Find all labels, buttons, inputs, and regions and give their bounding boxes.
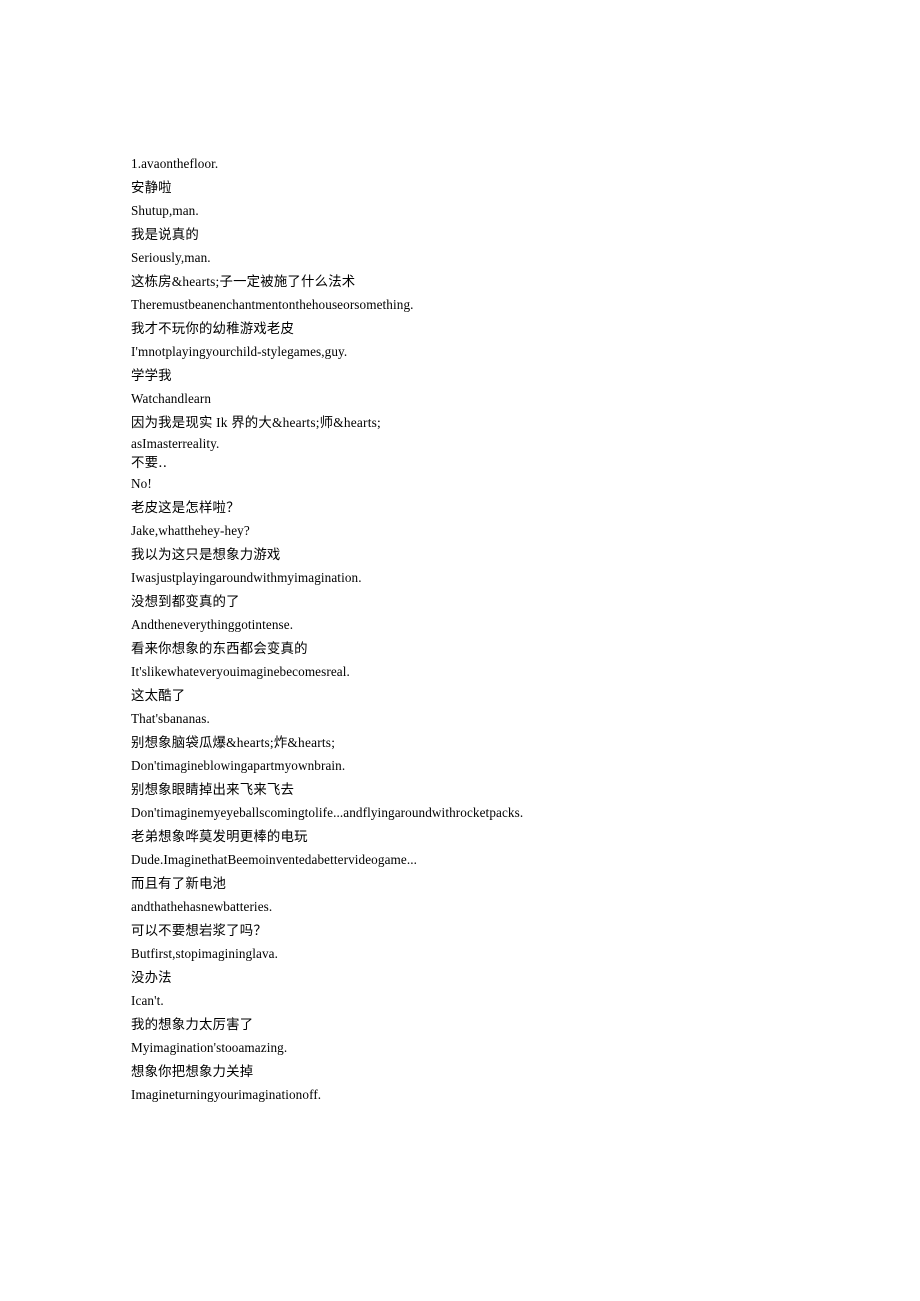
transcript-line: 看来你想象的东西都会变真的	[131, 640, 308, 656]
transcript-line: 学学我	[131, 367, 172, 383]
transcript-line: 而且有了新电池	[131, 875, 227, 891]
transcript-line: 这太酷了	[131, 687, 186, 703]
transcript-line: Andtheneverythinggotintense.	[131, 617, 294, 632]
transcript-line: Jake,whatthehey-hey?	[131, 523, 250, 538]
transcript-line: 我的想象力太厉害了	[131, 1016, 254, 1032]
transcript-line: Seriously,man.	[131, 250, 211, 265]
transcript-line: Imagineturningyourimaginationoff.	[131, 1087, 322, 1102]
transcript-line: Butfirst,stopimagininglava.	[131, 946, 279, 961]
transcript-line: asImasterreality.	[131, 436, 220, 451]
transcript-line: Don'timagineblowingapartmyownbrain.	[131, 758, 346, 773]
transcript-line: Dude.ImaginethatBeemoinventedabettervide…	[131, 852, 418, 867]
transcript-line: Myimagination'stooamazing.	[131, 1040, 288, 1055]
transcript-line: 可以不要想岩浆了吗？	[131, 922, 267, 938]
transcript-line: No!	[131, 476, 152, 491]
transcript-line: 想象你把想象力关掉	[131, 1063, 254, 1079]
transcript-line: 我是说真的	[131, 226, 199, 242]
transcript-line: 老弟想象哗莫发明更棒的电玩	[131, 828, 308, 844]
transcript-line: I'mnotplayingyourchild-stylegames,guy.	[131, 344, 348, 359]
transcript-line: 没想到都变真的了	[131, 593, 240, 609]
transcript-line: 这栋房&hearts;子一定被施了什么法术	[131, 273, 356, 289]
transcript-line: Theremustbeanenchantmentonthehouseorsome…	[131, 297, 414, 312]
transcript-line: Watchandlearn	[131, 391, 212, 406]
transcript-line: 1.avaonthefloor.	[131, 156, 219, 171]
transcript-line: 安静啦	[131, 179, 172, 195]
document-page: 1.avaonthefloor. 安静啦 Shutup,man. 我是说真的 Serio…	[0, 0, 920, 1301]
transcript-line: Don'timaginemyeyeballscomingtolife...and…	[131, 805, 524, 820]
transcript-line: 不要‥	[131, 455, 168, 470]
transcript-line: That'sbananas.	[131, 711, 210, 726]
transcript-line: 别想象脑袋瓜爆&hearts;炸&hearts;	[131, 734, 336, 750]
transcript-text-block: 1.avaonthefloor. 安静啦 Shutup,man. 我是说真的 Serio…	[131, 152, 831, 1107]
transcript-line: 别想象眼睛掉出来飞来飞去	[131, 781, 295, 797]
transcript-line: 没办法	[131, 969, 172, 985]
transcript-line: 我以为这只是想象力游戏	[131, 546, 281, 562]
transcript-line: andthathehasnewbatteries.	[131, 899, 273, 914]
transcript-line: It'slikewhateveryouimaginebecomesreal.	[131, 664, 350, 679]
transcript-line: 老皮这是怎样啦？	[131, 499, 240, 515]
transcript-line: 因为我是现实 Ik 界的大&hearts;师&hearts;	[131, 414, 381, 430]
transcript-line: 我才不玩你的幼稚游戏老皮	[131, 320, 295, 336]
transcript-line: Iwasjustplayingaroundwithmyimagination.	[131, 570, 362, 585]
transcript-line: Ican't.	[131, 993, 164, 1008]
transcript-line: Shutup,man.	[131, 203, 199, 218]
